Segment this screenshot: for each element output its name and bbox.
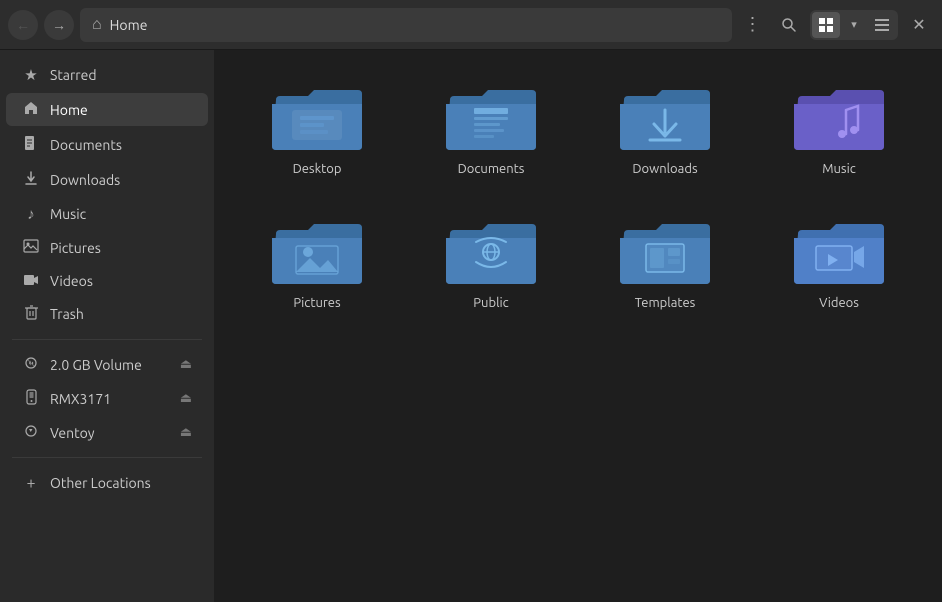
file-label-public: Public [473, 296, 508, 310]
file-label-pictures: Pictures [293, 296, 340, 310]
sidebar-item-videos[interactable]: Videos [6, 265, 208, 296]
sidebar-item-rmx[interactable]: RMX3171 ⏏ [6, 382, 208, 415]
file-label-music: Music [822, 162, 856, 176]
address-text: Home [110, 17, 148, 33]
folder-public-icon [446, 216, 536, 288]
sidebar-item-videos-label: Videos [50, 273, 93, 289]
folder-downloads-icon [620, 82, 710, 154]
rmx-icon [22, 389, 40, 408]
trash-icon [22, 305, 40, 323]
pictures-icon [22, 239, 40, 256]
sidebar-item-documents-label: Documents [50, 137, 122, 153]
file-item-documents[interactable]: Documents [412, 70, 570, 188]
sidebar-item-downloads-label: Downloads [50, 172, 120, 188]
volume-icon [22, 356, 40, 373]
sidebar-item-other-locations-label: Other Locations [50, 475, 151, 491]
home-address-icon: ⌂ [92, 15, 102, 34]
file-item-public[interactable]: Public [412, 204, 570, 322]
file-item-desktop[interactable]: Desktop [238, 70, 396, 188]
titlebar: ← → ⌂ Home ⋮ ▾ ✕ [0, 0, 942, 50]
file-label-downloads: Downloads [632, 162, 697, 176]
eject-volume-button[interactable]: ⏏ [180, 357, 192, 372]
file-item-pictures[interactable]: Pictures [238, 204, 396, 322]
sidebar-item-documents[interactable]: Documents [6, 128, 208, 161]
downloads-icon [22, 170, 40, 189]
sidebar: ★ Starred Home Documents [0, 50, 214, 602]
folder-templates-icon [620, 216, 710, 288]
music-icon: ♪ [22, 205, 40, 223]
address-bar: ⌂ Home [80, 8, 732, 42]
folder-music-icon [794, 82, 884, 154]
home-icon [22, 100, 40, 119]
sidebar-item-home-label: Home [50, 102, 88, 118]
forward-button[interactable]: → [44, 10, 74, 40]
folder-pictures-icon [272, 216, 362, 288]
sidebar-item-starred[interactable]: ★ Starred [6, 59, 208, 91]
file-label-templates: Templates [635, 296, 696, 310]
sidebar-item-music-label: Music [50, 206, 86, 222]
sidebar-item-rmx-label: RMX3171 [50, 391, 111, 407]
menu-button[interactable]: ⋮ [738, 10, 768, 40]
list-view-button[interactable] [868, 12, 896, 38]
sidebar-item-ventoy-label: Ventoy [50, 425, 95, 441]
sidebar-item-volume-label: 2.0 GB Volume [50, 357, 142, 373]
main-content: ★ Starred Home Documents [0, 50, 942, 602]
sidebar-item-pictures[interactable]: Pictures [6, 232, 208, 263]
folder-videos-icon [794, 216, 884, 288]
sidebar-item-pictures-label: Pictures [50, 240, 101, 256]
starred-icon: ★ [22, 66, 40, 84]
sidebar-item-starred-label: Starred [50, 67, 97, 83]
sidebar-divider-2 [12, 457, 202, 458]
file-label-desktop: Desktop [293, 162, 342, 176]
sidebar-item-ventoy[interactable]: Ventoy ⏏ [6, 417, 208, 448]
file-label-videos: Videos [819, 296, 859, 310]
videos-icon [22, 272, 40, 289]
file-area: Desktop Documents [214, 50, 942, 602]
file-label-documents: Documents [458, 162, 525, 176]
folder-desktop-icon [272, 82, 362, 154]
sidebar-item-downloads[interactable]: Downloads [6, 163, 208, 196]
file-item-music[interactable]: Music [760, 70, 918, 188]
eject-rmx-button[interactable]: ⏏ [180, 391, 192, 406]
back-button[interactable]: ← [8, 10, 38, 40]
sort-button[interactable]: ▾ [840, 12, 868, 38]
file-item-videos[interactable]: Videos [760, 204, 918, 322]
other-locations-icon: + [22, 474, 40, 492]
file-grid: Desktop Documents [238, 70, 918, 322]
file-item-templates[interactable]: Templates [586, 204, 744, 322]
sidebar-item-home[interactable]: Home [6, 93, 208, 126]
close-button[interactable]: ✕ [904, 10, 934, 40]
grid-view-button[interactable] [812, 12, 840, 38]
sidebar-divider-1 [12, 339, 202, 340]
ventoy-icon [22, 424, 40, 441]
sidebar-item-other-locations[interactable]: + Other Locations [6, 467, 208, 499]
folder-documents-icon [446, 82, 536, 154]
file-item-downloads[interactable]: Downloads [586, 70, 744, 188]
documents-icon [22, 135, 40, 154]
sidebar-item-trash[interactable]: Trash [6, 298, 208, 330]
eject-ventoy-button[interactable]: ⏏ [180, 425, 192, 440]
sidebar-item-music[interactable]: ♪ Music [6, 198, 208, 230]
sidebar-item-volume[interactable]: 2.0 GB Volume ⏏ [6, 349, 208, 380]
search-button[interactable] [774, 10, 804, 40]
view-controls: ▾ [810, 10, 898, 40]
sidebar-item-trash-label: Trash [50, 306, 84, 322]
